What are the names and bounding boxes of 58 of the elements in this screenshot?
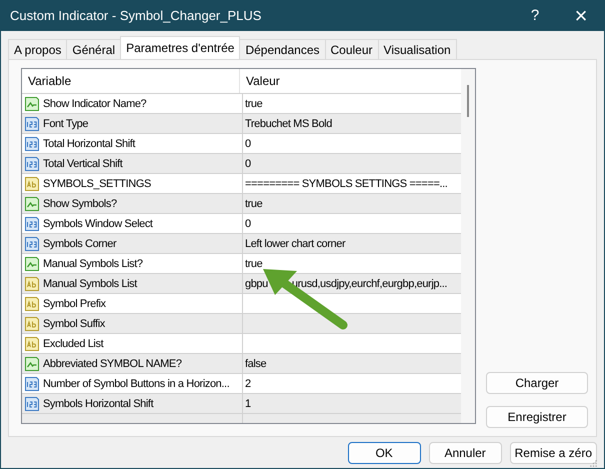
document-icon (24, 376, 40, 392)
scroll-thumb[interactable] (467, 85, 469, 117)
variable-value[interactable]: true (245, 198, 262, 210)
document-icon (24, 336, 40, 352)
column-header[interactable]: Valeur (240, 69, 461, 93)
tab[interactable]: Visualisation (378, 39, 457, 59)
scrollbar[interactable] (461, 69, 475, 423)
variable-value[interactable]: true (245, 258, 262, 270)
variable-name: Show Indicator Name? (43, 98, 146, 110)
variable-name: Abbreviated SYMBOL NAME? (43, 358, 182, 370)
resize-grip-icon[interactable] (590, 460, 597, 467)
variable-name: SYMBOLS_SETTINGS (43, 178, 151, 190)
variable-name: Show Symbols? (43, 198, 117, 210)
variable-name: Manual Symbols List (43, 278, 137, 290)
document-icon (24, 176, 40, 192)
variable-name: Symbols Corner (43, 238, 116, 250)
document-icon (24, 296, 40, 312)
variable-value[interactable]: true (245, 98, 262, 110)
tab[interactable]: Dépendances (239, 39, 326, 59)
tab[interactable]: Parametres d'entrée (120, 36, 240, 59)
variable-value[interactable]: Trebuchet MS Bold (245, 118, 332, 130)
variable-name: Symbol Prefix (43, 298, 106, 310)
variable-value[interactable]: urusd,usdjpy,eurchf,eurgbp,eurjp... (292, 278, 448, 290)
window-title: Custom Indicator - Symbol_Changer_PLUS (9, 8, 262, 23)
side-button[interactable]: Enregistrer (486, 406, 588, 428)
variable-name: Total Horizontal Shift (43, 138, 136, 150)
variable-value[interactable]: false (245, 358, 266, 370)
variable-name: Excluded List (43, 338, 104, 350)
variable-name: Symbols Window Select (43, 218, 153, 230)
variable-value[interactable]: 2 (245, 378, 251, 390)
variable-name: Manual Symbols List? (43, 258, 143, 270)
variable-name: Font Type (43, 118, 88, 130)
document-icon (24, 276, 40, 292)
document-icon (24, 316, 40, 332)
document-icon (24, 236, 40, 252)
variable-value[interactable]: 0 (245, 158, 251, 170)
variable-value[interactable]: 0 (245, 138, 251, 150)
document-icon (24, 156, 40, 172)
variable-value[interactable]: 1 (245, 398, 251, 410)
variable-value[interactable]: ========= SYMBOLS SETTINGS =====... (245, 178, 448, 190)
side-button[interactable]: Charger (486, 372, 588, 394)
document-icon (24, 216, 40, 232)
document-icon (24, 136, 40, 152)
close-button[interactable]: × (558, 0, 604, 31)
document-icon (24, 396, 40, 412)
dialog-button[interactable]: Annuler (428, 442, 502, 464)
variable-value[interactable]: Left lower chart corner (245, 238, 346, 250)
variable-name: Symbols Horizontal Shift (43, 398, 154, 410)
variable-value[interactable]: 0 (245, 218, 251, 230)
variable-name: Symbol Suffix (43, 318, 105, 330)
dialog-button[interactable]: Remise a zéro (510, 442, 597, 464)
document-icon (24, 116, 40, 132)
tab[interactable]: A propos (8, 39, 68, 59)
variable-value[interactable]: gbpu (245, 278, 268, 290)
help-button[interactable]: ? (512, 0, 558, 31)
variable-name: Number of Symbol Buttons in a Horizon... (43, 378, 230, 390)
variable-name: Total Vertical Shift (43, 158, 122, 170)
dialog-button[interactable]: OK (348, 442, 421, 464)
